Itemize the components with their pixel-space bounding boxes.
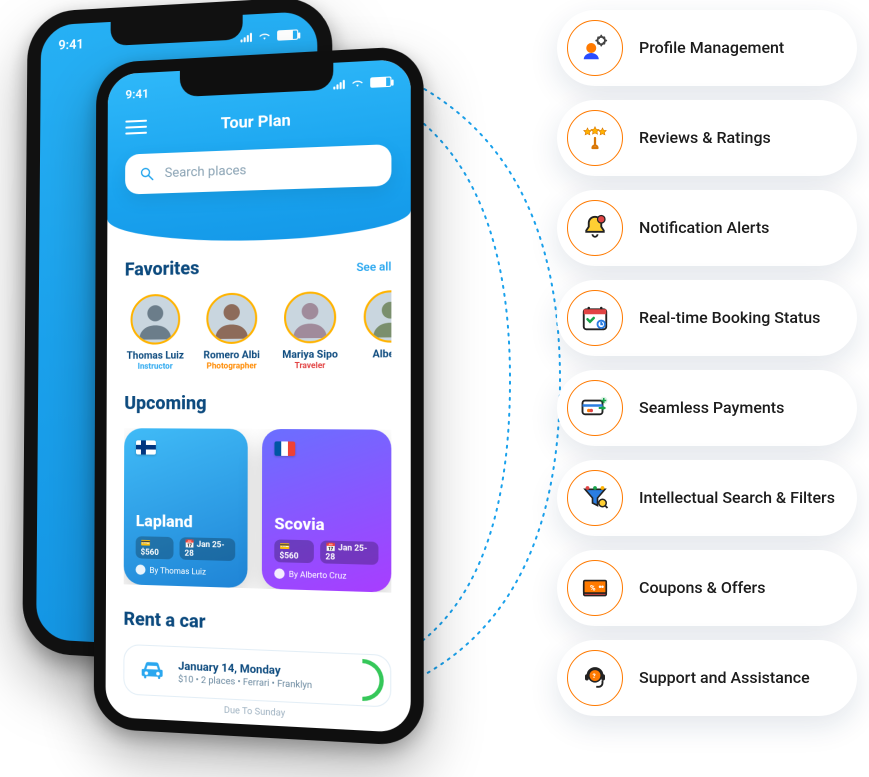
favorite-item[interactable]: Alberto [357,290,391,370]
page-title: Tour Plan [125,106,391,137]
upcoming-card[interactable]: Lapland 💳 $560 📅 Jan 25-28 By Thomas Lui… [124,428,248,588]
feature-notification-alerts[interactable]: Notification Alerts [557,190,857,266]
call-icon[interactable] [362,659,383,702]
feature-coupons-offers[interactable]: % Coupons & Offers [557,550,857,626]
svg-text:%: % [590,584,596,593]
feature-label: Support and Assistance [639,668,810,688]
dates-badge: 📅 Jan 25-28 [180,537,236,561]
feature-seamless-payments[interactable]: Seamless Payments [557,370,857,446]
favorite-role: Photographer [207,361,257,370]
status-time: 9:41 [58,37,83,53]
phone-frame-front: 9:41 Tour Plan Search places Favorites [94,46,424,747]
calendar-icon [567,290,623,346]
favorite-name: Romero Albi [203,350,259,362]
flag-icon [136,440,156,454]
avatar [206,292,257,344]
filter-icon [567,470,623,526]
status-icons [333,74,391,91]
dates-badge: 📅 Jan 25-28 [320,540,378,564]
favorite-item[interactable]: Mariya Sipo Traveler [278,291,343,370]
feature-profile-management[interactable]: Profile Management [557,10,857,86]
signal-icon [333,79,345,90]
feature-support-assistance[interactable]: ? Support and Assistance [557,640,857,716]
favorite-name: Thomas Luiz [127,350,184,361]
profile-icon [567,20,623,76]
destination-name: Scovia [274,514,378,536]
favorite-item[interactable]: Thomas Luiz Instructor [124,294,186,371]
battery-icon [277,29,298,40]
feature-label: Reviews & Ratings [639,128,771,148]
feature-list: Profile Management Reviews & Ratings Not… [557,10,857,716]
favorite-role: Instructor [138,362,173,371]
feature-label: Profile Management [639,38,784,58]
rent-card[interactable]: January 14, Monday $10 • 2 places • Ferr… [123,644,391,708]
avatar [364,290,392,343]
feature-booking-status[interactable]: Real-time Booking Status [557,280,857,356]
star-icon [567,110,623,166]
status-icons [241,29,299,42]
signal-icon [241,31,252,42]
feature-label: Coupons & Offers [639,578,765,598]
avatar [284,291,336,343]
feature-label: Intellectual Search & Filters [639,488,835,508]
support-icon: ? [567,650,623,706]
feature-label: Notification Alerts [639,218,769,238]
favorites-list: Thomas Luiz Instructor Romero Albi Photo… [124,290,391,371]
author-line: By Thomas Luiz [136,564,236,577]
coupon-icon: % [567,560,623,616]
author-line: By Alberto Cruz [274,568,378,581]
flag-icon [274,441,295,456]
destination-name: Lapland [136,511,236,532]
wifi-icon [350,78,365,89]
feature-search-filters[interactable]: Intellectual Search & Filters [557,460,857,536]
feature-label: Real-time Booking Status [639,308,820,328]
upcoming-list: Lapland 💳 $560 📅 Jan 25-28 By Thomas Lui… [124,428,392,592]
wifi-icon [257,30,272,41]
price-badge: 💳 $560 [274,539,314,563]
price-badge: 💳 $560 [136,536,174,559]
bell-icon [567,200,623,256]
upcoming-heading: Upcoming [124,393,391,415]
feature-label: Seamless Payments [639,398,784,418]
see-all-link[interactable]: See all [356,260,391,274]
status-time: 9:41 [125,87,149,102]
favorite-name: Mariya Sipo [282,349,338,361]
rent-heading: Rent a car [124,609,392,641]
avatar [130,294,180,345]
feature-reviews-ratings[interactable]: Reviews & Ratings [557,100,857,176]
upcoming-card[interactable]: Scovia 💳 $560 📅 Jan 25-28 By Alberto Cru… [262,429,392,593]
search-icon [139,165,155,182]
favorite-name: Alberto [373,349,392,361]
battery-icon [370,76,391,87]
car-icon [138,656,166,686]
search-input[interactable]: Search places [125,144,391,194]
favorite-item[interactable]: Romero Albi Photographer [200,292,263,370]
svg-text:?: ? [593,672,596,680]
search-placeholder: Search places [165,163,247,181]
favorites-heading: Favorites [125,258,200,281]
favorite-role: Traveler [295,361,326,370]
payment-icon [567,380,623,436]
